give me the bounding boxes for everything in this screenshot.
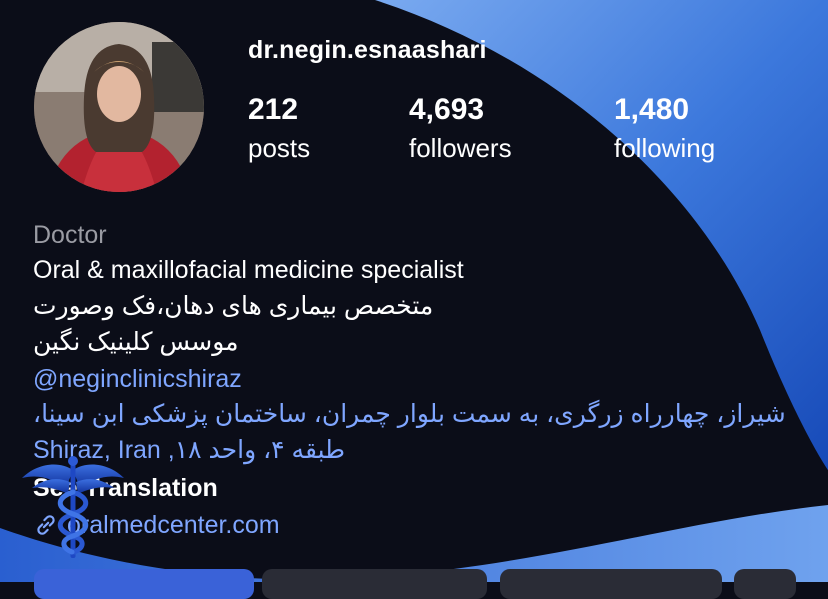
following-count: 1,480	[614, 93, 690, 126]
followers-count: 4,693	[409, 93, 485, 126]
followers-stat[interactable]: 4,693 followers	[409, 92, 512, 164]
following-stat[interactable]: 1,480 following	[614, 92, 715, 164]
bio-category: Doctor	[33, 221, 107, 249]
caduceus-icon	[22, 456, 124, 558]
posts-label: posts	[248, 133, 311, 163]
message-button[interactable]	[262, 569, 487, 599]
mention-link[interactable]: @neginclinicshiraz	[33, 362, 823, 396]
see-translation-link[interactable]: See Translation	[33, 471, 823, 505]
bio-line: Oral & maxillofacial medicine specialist	[33, 256, 464, 284]
avatar-photo	[34, 22, 204, 192]
address-line[interactable]: شیراز، چهارراه زرگری، به سمت بلوار چمران…	[33, 397, 823, 431]
website-link[interactable]: oralmedcenter.com	[33, 508, 823, 542]
address-line[interactable]: طبقه ۴، واحد ۱۸, Shiraz, Iran	[33, 433, 823, 467]
contact-button[interactable]	[500, 569, 722, 599]
posts-count: 212	[248, 93, 299, 126]
profile-avatar[interactable]	[34, 22, 204, 192]
followers-label: followers	[409, 133, 512, 163]
profile-username[interactable]: dr.negin.esnaashari	[248, 36, 487, 65]
follow-button[interactable]	[34, 569, 254, 599]
suggested-accounts-button[interactable]	[734, 569, 796, 599]
following-label: following	[614, 133, 716, 163]
bio-line: متخصص بیماری های دهان،فک وصورت	[33, 292, 434, 320]
bio-line: موسس کلینیک نگین	[33, 328, 239, 356]
posts-stat[interactable]: 212 posts	[248, 92, 310, 164]
